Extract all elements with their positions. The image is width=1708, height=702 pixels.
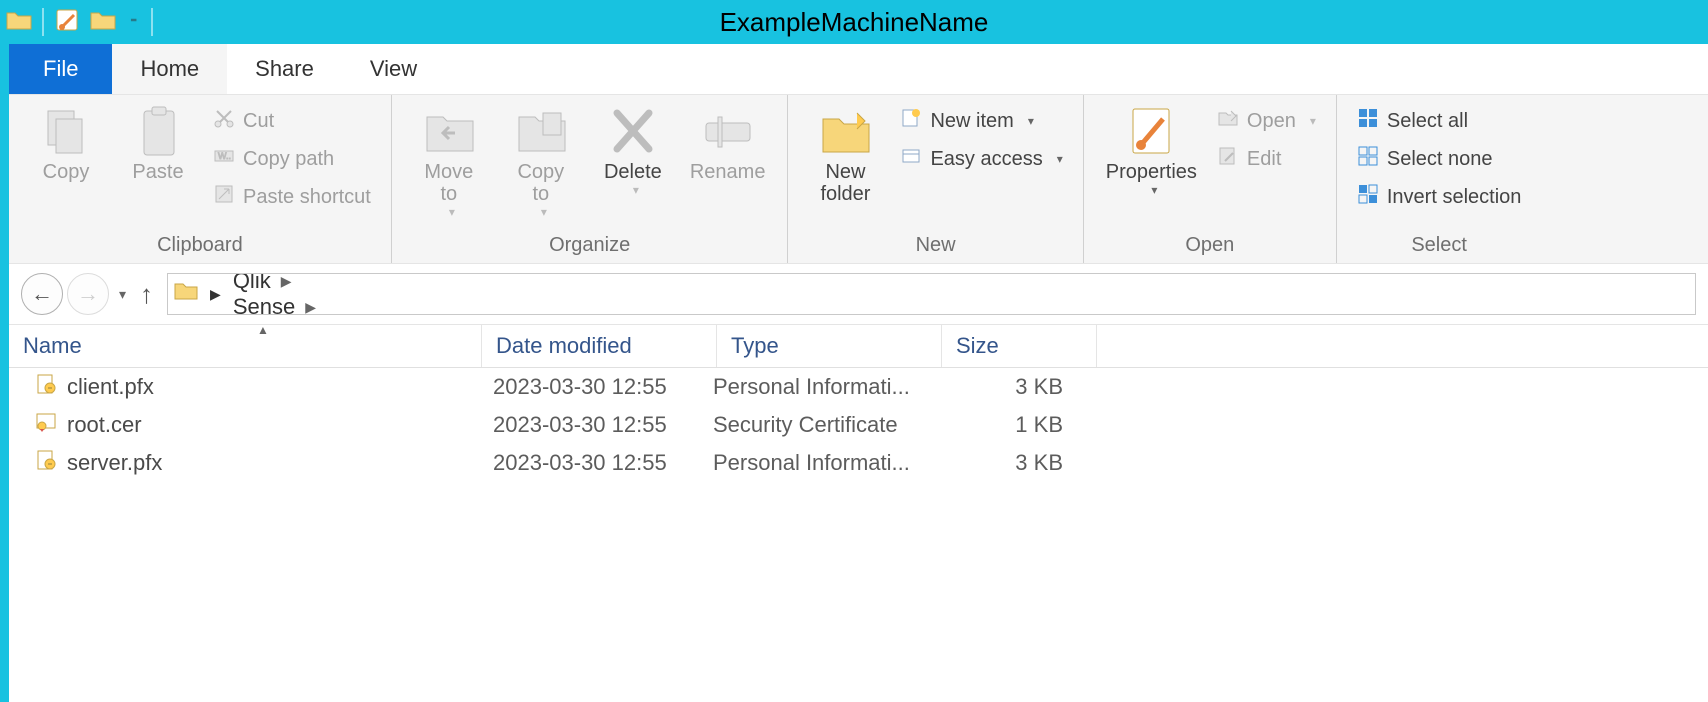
select-none-button[interactable]: Select none (1351, 143, 1528, 175)
qat-dropdown[interactable]: ⁼ (126, 14, 141, 31)
file-size: 3 KB (923, 374, 1091, 400)
chevron-right-icon[interactable]: ▶ (202, 286, 229, 303)
file-date: 2023-03-30 12:55 (493, 450, 713, 476)
file-date: 2023-03-30 12:55 (493, 374, 713, 400)
group-label-organize: Organize (406, 234, 774, 261)
up-button[interactable]: ↑ (136, 279, 163, 310)
open-icon (1217, 107, 1239, 135)
breadcrumb-item[interactable]: Sense▶ (233, 294, 468, 315)
file-name: client.pfx (67, 374, 154, 400)
shortcut-icon (213, 183, 235, 211)
new-item-icon (900, 107, 922, 135)
file-date: 2023-03-30 12:55 (493, 412, 713, 438)
paste-shortcut-button[interactable]: Paste shortcut (207, 181, 377, 213)
file-type: Personal Informati... (713, 374, 923, 400)
separator (151, 8, 153, 36)
group-label-select: Select (1351, 234, 1528, 261)
folder-icon (6, 9, 32, 36)
cut-button[interactable]: Cut (207, 105, 377, 137)
file-list: client.pfx2023-03-30 12:55Personal Infor… (9, 368, 1708, 482)
invert-icon (1357, 183, 1379, 211)
content-area: File Home Share View Copy Paste (9, 44, 1708, 702)
file-name: server.pfx (67, 450, 162, 476)
copy-button[interactable]: Copy (23, 101, 109, 183)
copy-path-button[interactable]: W.. Copy path (207, 143, 377, 175)
select-all-button[interactable]: Select all (1351, 105, 1528, 137)
delete-button[interactable]: Delete (590, 101, 676, 197)
tab-share[interactable]: Share (227, 44, 342, 94)
chevron-right-icon[interactable]: ▶ (271, 273, 302, 290)
group-label-open: Open (1098, 234, 1322, 261)
group-label-clipboard: Clipboard (23, 234, 377, 261)
group-select: Select all Select none Invert selection … (1337, 95, 1542, 263)
file-icon (35, 449, 57, 477)
ribbon: Copy Paste Cut W.. Copy path (9, 95, 1708, 263)
file-size: 3 KB (923, 450, 1091, 476)
easy-access-button[interactable]: Easy access (894, 143, 1068, 175)
tab-view[interactable]: View (342, 44, 445, 94)
file-size: 1 KB (923, 412, 1091, 438)
open-button[interactable]: Open (1211, 105, 1322, 137)
file-type: Security Certificate (713, 412, 923, 438)
invert-selection-button[interactable]: Invert selection (1351, 181, 1528, 213)
easy-access-icon (900, 145, 922, 173)
path-icon: W.. (213, 145, 235, 173)
properties-button[interactable]: Properties (1098, 101, 1205, 197)
tab-file[interactable]: File (9, 44, 112, 94)
copy-to-button[interactable]: Copy to (498, 101, 584, 219)
group-clipboard: Copy Paste Cut W.. Copy path (9, 95, 392, 263)
new-folder-button[interactable]: New folder (802, 101, 888, 205)
new-item-button[interactable]: New item (894, 105, 1068, 137)
breadcrumb-item[interactable]: Qlik▶ (233, 273, 468, 294)
group-label-new: New (802, 234, 1068, 261)
column-date[interactable]: Date modified (482, 325, 717, 367)
window-frame: ⁼ ExampleMachineName File Home Share Vie… (0, 0, 1708, 702)
separator (42, 8, 44, 36)
select-all-icon (1357, 107, 1379, 135)
folder-icon[interactable] (90, 9, 116, 36)
column-headers: ▲ Name Date modified Type Size (9, 325, 1708, 368)
file-name: root.cer (67, 412, 142, 438)
file-row[interactable]: server.pfx 2023-03-30 12:55Personal Infor… (9, 444, 1708, 482)
back-button[interactable]: ← (21, 273, 63, 315)
ribbon-tabs: File Home Share View (9, 44, 1708, 95)
quick-access-toolbar: ⁼ (0, 7, 153, 38)
column-type[interactable]: Type (717, 325, 942, 367)
forward-button[interactable]: → (67, 273, 109, 315)
file-type: Personal Informati... (713, 450, 923, 476)
group-new: New folder New item Easy access New (788, 95, 1083, 263)
folder-icon (174, 281, 198, 307)
rename-button[interactable]: Rename (682, 101, 774, 183)
file-name-cell[interactable]: client.pfx (9, 373, 493, 401)
edit-button[interactable]: Edit (1211, 143, 1322, 175)
edit-icon (1217, 145, 1239, 173)
title-bar[interactable]: ⁼ ExampleMachineName (0, 0, 1708, 44)
file-icon (35, 411, 57, 439)
history-dropdown[interactable]: ▾ (113, 286, 132, 303)
address-bar[interactable]: ▶ This PC▶Local Disk (C:)▶ProgramData▶Ql… (167, 273, 1696, 315)
column-size[interactable]: Size (942, 325, 1097, 367)
group-open: Properties Open Edit Open (1084, 95, 1337, 263)
file-name-cell[interactable]: server.pfx (9, 449, 493, 477)
svg-text:W..: W.. (218, 151, 231, 161)
group-organize: Move to Copy to Delete Rename O (392, 95, 789, 263)
select-none-icon (1357, 145, 1379, 173)
column-name[interactable]: Name (9, 325, 482, 367)
scissors-icon (213, 107, 235, 135)
properties-icon[interactable] (54, 7, 80, 38)
tab-home[interactable]: Home (112, 44, 227, 94)
paste-button[interactable]: Paste (115, 101, 201, 183)
move-to-button[interactable]: Move to (406, 101, 492, 219)
file-row[interactable]: root.cer 2023-03-30 12:55Security Certifi… (9, 406, 1708, 444)
file-row[interactable]: client.pfx 2023-03-30 12:55Personal Infor… (9, 368, 1708, 406)
file-name-cell[interactable]: root.cer (9, 411, 493, 439)
sort-indicator-icon: ▲ (257, 323, 269, 337)
window-title: ExampleMachineName (0, 0, 1708, 44)
file-icon (35, 373, 57, 401)
chevron-right-icon[interactable]: ▶ (295, 299, 326, 316)
nav-bar: ← → ▾ ↑ ▶ This PC▶Local Disk (C:)▶Progra… (9, 263, 1708, 325)
